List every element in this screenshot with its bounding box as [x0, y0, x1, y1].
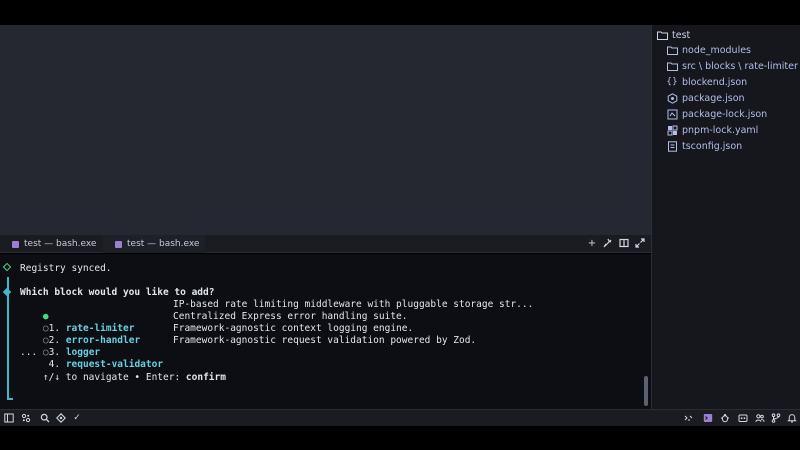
terminal-toolbar: + — [587, 238, 645, 249]
tasks-icon[interactable] — [738, 413, 748, 423]
toggle-sidebar-icon[interactable] — [4, 413, 14, 423]
terminal-icon — [12, 240, 19, 248]
terminal-panel[interactable]: Registry synced. Which block would you l… — [0, 254, 651, 409]
terminal-tab[interactable]: test — bash.exe — [0, 235, 103, 253]
tree-item-blockend-json[interactable]: {} blockend.json — [666, 74, 747, 90]
prompt-gutter-end — [7, 398, 13, 400]
maximize-panel-icon[interactable] — [635, 238, 645, 249]
tree-item-src-blocks-rate-limiter[interactable]: src \ blocks \ rate-limiter — [666, 58, 798, 74]
extensions-icon[interactable] — [21, 413, 31, 423]
option-description: IP-based rate limiting middleware with p… — [173, 299, 534, 310]
terminal-tab-label: test — bash.exe — [127, 239, 200, 249]
tree-item-tsconfig-json[interactable]: tsconfig.json — [666, 138, 742, 154]
tree-item-node-modules[interactable]: node_modules — [666, 42, 751, 58]
pnpm-icon — [666, 124, 678, 136]
prompt-gutter-line — [7, 277, 9, 398]
search-icon[interactable] — [40, 413, 50, 423]
hint-confirm: confirm — [185, 372, 226, 383]
tree-item-label: pnpm-lock.yaml — [682, 124, 759, 136]
tree-item-package-json[interactable]: package.json — [666, 90, 745, 106]
folder-open-icon — [656, 29, 668, 41]
tree-root-label: test — [672, 29, 691, 41]
json-braces-icon: {} — [666, 77, 678, 87]
option-description: Framework-agnostic context logging engin… — [173, 323, 414, 334]
tree-item-label: node_modules — [682, 44, 752, 56]
tree-item-label: package-lock.json — [682, 108, 768, 120]
tree-item-package-lock-json[interactable]: package-lock.json — [666, 106, 767, 122]
clear-terminal-icon[interactable] — [603, 238, 613, 249]
radio-unselected-icon: ○ — [42, 347, 49, 358]
terminal-panel-icon[interactable] — [703, 413, 713, 423]
notifications-icon[interactable] — [787, 413, 797, 423]
editor-area[interactable] — [0, 25, 651, 235]
tsconfig-icon — [666, 140, 678, 152]
package-lock-icon — [666, 108, 678, 120]
new-terminal-icon[interactable]: + — [587, 238, 597, 249]
options-ellipsis: ... — [20, 347, 38, 358]
terminal-icon — [115, 240, 122, 248]
assistant-icon[interactable] — [684, 413, 694, 423]
terminal-prompt-question: Which block would you like to add? — [20, 287, 215, 298]
tree-item-label: src \ blocks \ rate-limiter — [682, 60, 798, 72]
terminal-tab-label: test — bash.exe — [24, 239, 97, 249]
navigation-hint: ↑/↓ to navigate • Enter: confirm — [20, 360, 226, 396]
folder-icon — [666, 44, 678, 56]
bottom-letterbox — [0, 426, 800, 450]
tree-item-pnpm-lock-yaml[interactable]: pnpm-lock.yaml — [666, 122, 758, 138]
terminal-registry-synced: Registry synced. — [20, 263, 112, 274]
option-description: Framework-agnostic request validation po… — [173, 335, 477, 346]
terminal-scrollbar[interactable] — [644, 376, 648, 406]
tree-item-label: blockend.json — [682, 76, 748, 88]
file-explorer: test node_modules src \ blocks \ rate-li… — [651, 25, 800, 409]
debug-icon[interactable] — [720, 413, 730, 423]
tree-root-test[interactable]: test — [656, 27, 690, 43]
folder-icon — [666, 60, 678, 72]
diagnostics-icon[interactable] — [56, 413, 66, 423]
tree-item-label: package.json — [682, 92, 745, 104]
top-bar — [0, 0, 800, 25]
option-description: Centralized Express error handling suite… — [173, 311, 408, 322]
collaborators-icon[interactable] — [755, 413, 765, 423]
hint-navigate: to navigate • Enter: — [60, 372, 186, 383]
hint-keys: ↑/↓ — [42, 372, 61, 383]
tree-item-label: tsconfig.json — [682, 140, 743, 152]
success-diamond-icon — [2, 262, 12, 272]
terminal-tab-active[interactable]: test — bash.exe — [103, 235, 205, 253]
status-bar: ✓ — [0, 409, 800, 426]
checkmark-icon[interactable]: ✓ — [72, 413, 82, 423]
package-icon — [666, 92, 678, 104]
source-control-icon[interactable] — [771, 413, 781, 423]
split-terminal-icon[interactable] — [619, 238, 629, 249]
terminal-tab-bar: test — bash.exe test — bash.exe + — [0, 235, 651, 253]
